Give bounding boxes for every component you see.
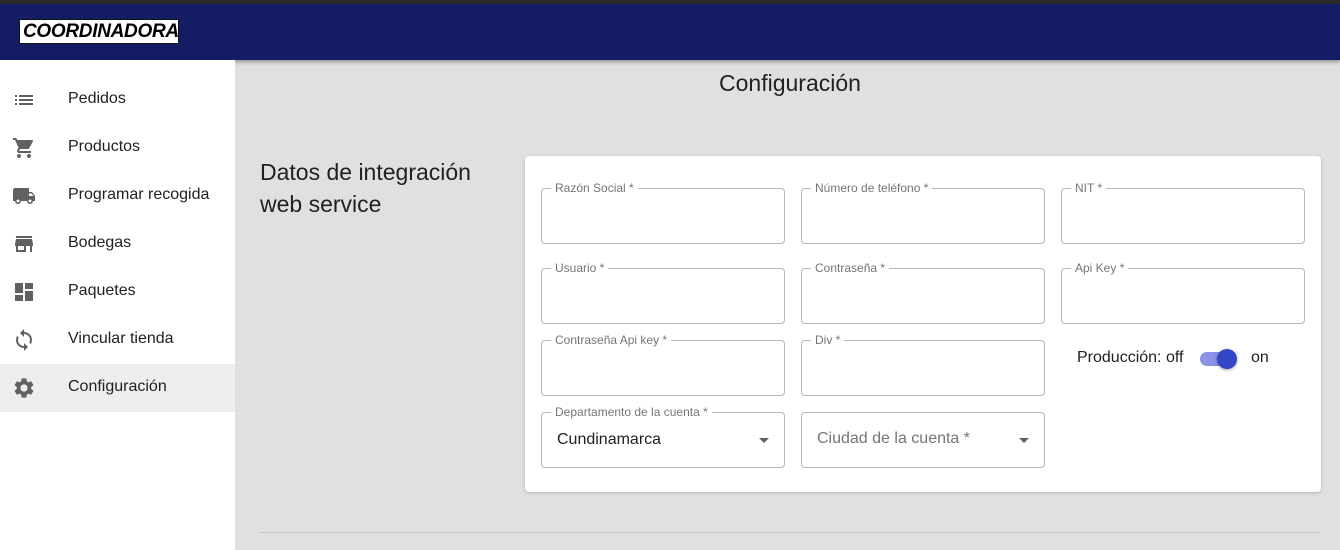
sidebar-item-label: Paquetes: [68, 282, 136, 299]
sidebar-item-label: Programar recogida: [68, 186, 210, 203]
coordinadora-logo[interactable]: COORDINADORA: [19, 19, 179, 44]
sidebar-item-label: Pedidos: [68, 90, 126, 107]
sync-icon: [12, 328, 36, 352]
departamento-label: Departamento de la cuenta *: [551, 404, 712, 420]
api-key-label: Api Key *: [1071, 260, 1129, 276]
produccion-off-label: Producción: off: [1077, 349, 1184, 366]
ciudad-select[interactable]: Ciudad de la cuenta *: [801, 412, 1045, 468]
contrasena-label: Contraseña *: [811, 260, 890, 276]
sidebar: Pedidos Productos Programar recogida Bod…: [0, 60, 235, 550]
app-bar: COORDINADORA: [0, 4, 1340, 60]
div-field[interactable]: Div *: [801, 332, 1045, 396]
truck-icon: [12, 184, 36, 208]
produccion-toggle[interactable]: [1199, 349, 1239, 369]
telefono-label: Número de teléfono *: [811, 180, 933, 196]
page-title: Configuración: [719, 70, 861, 96]
logo-text: COORDINADORA: [23, 21, 179, 42]
nit-label: NIT *: [1071, 180, 1107, 196]
usuario-field[interactable]: Usuario *: [541, 260, 785, 324]
div-label: Div *: [811, 332, 845, 348]
razon-social-field[interactable]: Razón Social *: [541, 180, 785, 244]
sidebar-item-programar-recogida[interactable]: Programar recogida: [0, 172, 235, 220]
cart-icon: [12, 136, 36, 160]
api-key-field[interactable]: Api Key *: [1061, 260, 1305, 324]
contrasena-api-key-label: Contraseña Api key *: [551, 332, 672, 348]
sidebar-item-configuracion[interactable]: Configuración: [0, 364, 235, 412]
sidebar-item-label: Productos: [68, 138, 141, 155]
store-icon: [12, 232, 36, 256]
sidebar-item-label: Bodegas: [68, 234, 132, 251]
chevron-down-icon: [759, 438, 769, 443]
produccion-on-label: on: [1251, 349, 1269, 366]
usuario-label: Usuario *: [551, 260, 609, 276]
list-icon: [12, 88, 36, 112]
sidebar-item-vincular-tienda[interactable]: Vincular tienda: [0, 316, 235, 364]
sidebar-item-productos[interactable]: Productos: [0, 124, 235, 172]
nit-field[interactable]: NIT *: [1061, 180, 1305, 244]
contrasena-api-key-field[interactable]: Contraseña Api key *: [541, 332, 785, 396]
sidebar-item-paquetes[interactable]: Paquetes: [0, 268, 235, 316]
telefono-field[interactable]: Número de teléfono *: [801, 180, 1045, 244]
toggle-thumb: [1217, 349, 1237, 369]
departamento-select[interactable]: Departamento de la cuenta * Cundinamarca: [541, 404, 785, 468]
sidebar-item-label: Configuración: [68, 378, 167, 395]
sidebar-item-label: Vincular tienda: [68, 330, 174, 347]
sidebar-item-pedidos[interactable]: Pedidos: [0, 76, 235, 124]
chevron-down-icon: [1019, 438, 1029, 443]
razon-social-label: Razón Social *: [551, 180, 638, 196]
sidebar-item-bodegas[interactable]: Bodegas: [0, 220, 235, 268]
departamento-value: Cundinamarca: [557, 431, 662, 448]
section-title: Datos de integración web service: [260, 159, 471, 217]
section-divider: [260, 532, 1321, 533]
dashboard-icon: [12, 280, 36, 304]
ciudad-placeholder: Ciudad de la cuenta *: [817, 430, 970, 447]
contrasena-field[interactable]: Contraseña *: [801, 260, 1045, 324]
gear-icon: [12, 376, 36, 400]
